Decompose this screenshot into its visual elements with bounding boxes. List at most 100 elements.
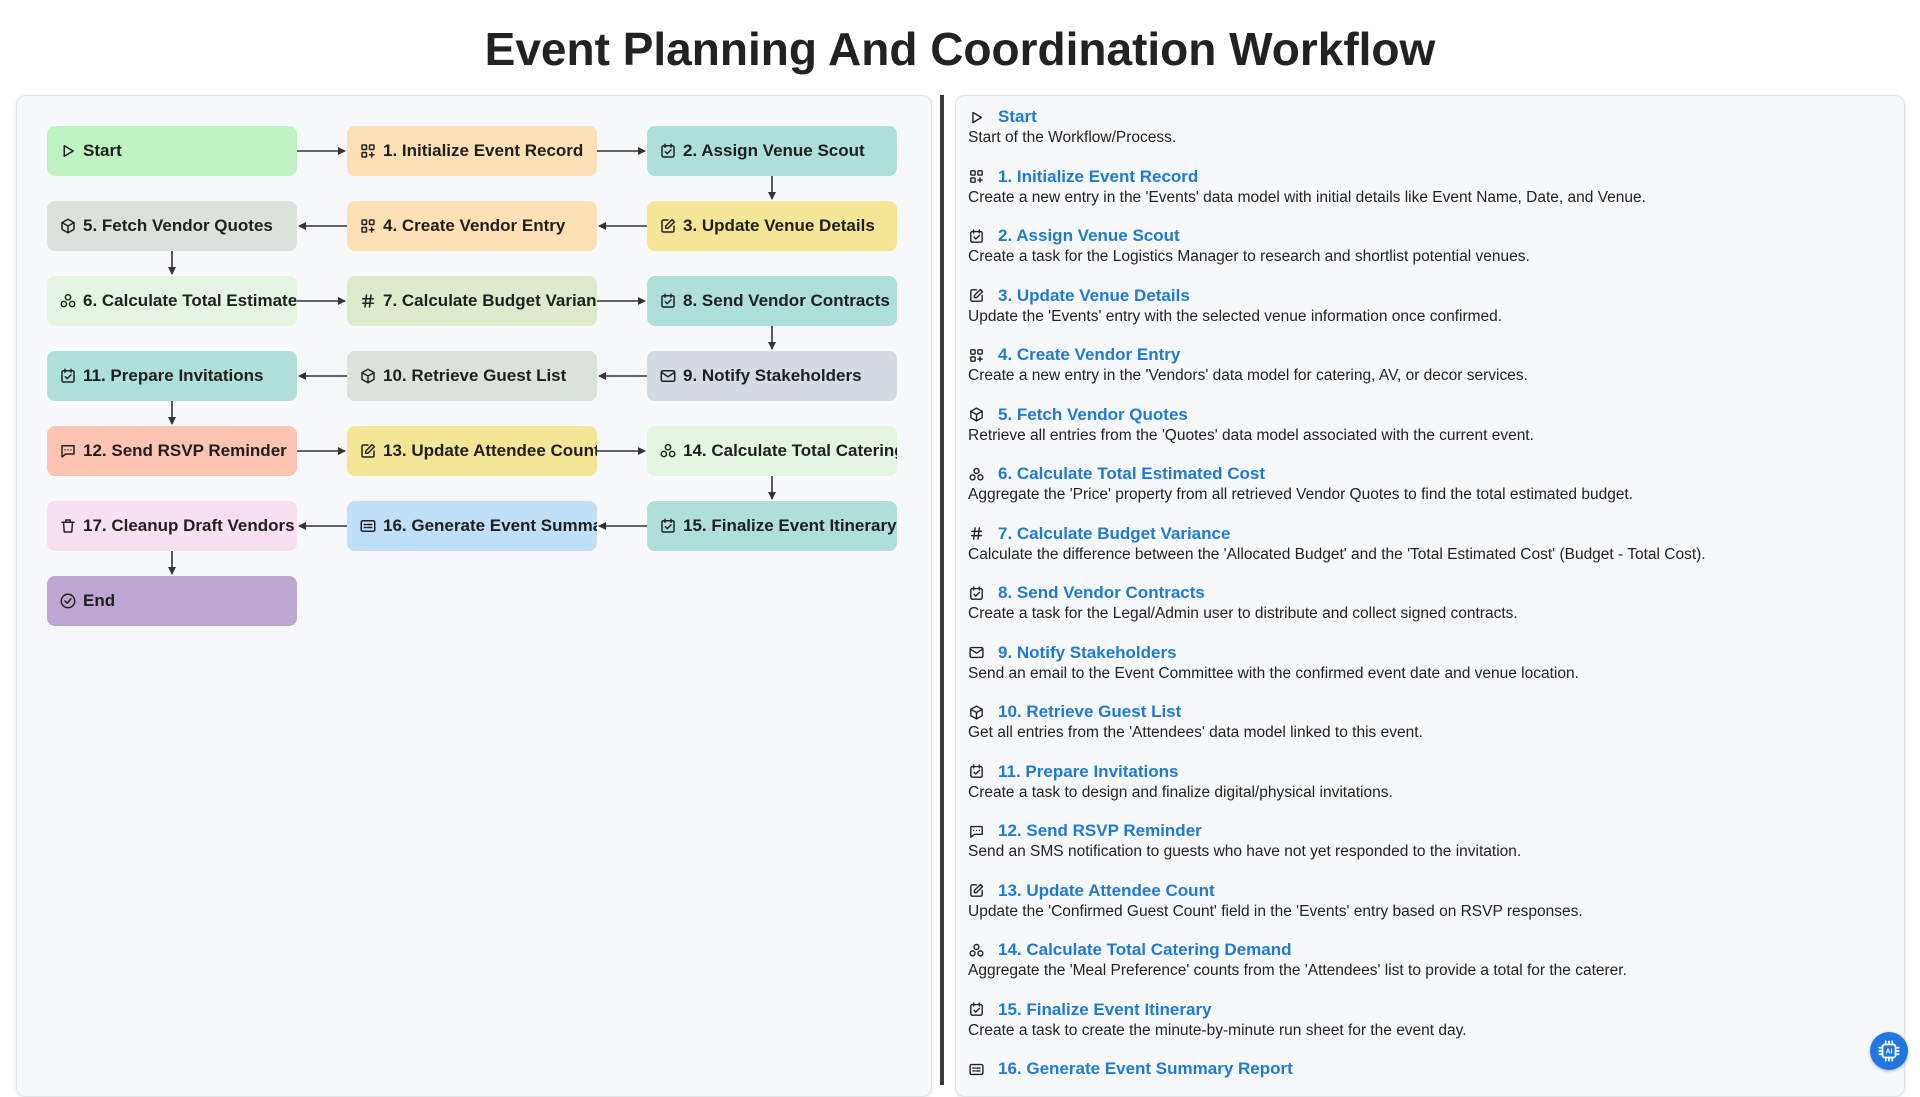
step-title-link[interactable]: 3. Update Venue Details	[968, 285, 1888, 307]
step-title: 13. Update Attendee Count	[998, 880, 1215, 900]
node-end[interactable]: End	[47, 576, 297, 626]
node-label: 12. Send RSVP Reminder	[83, 441, 287, 460]
cube-icon	[968, 704, 985, 721]
task-check-icon	[659, 142, 677, 160]
step-title-link[interactable]: 5. Fetch Vendor Quotes	[968, 404, 1888, 426]
mail-icon	[659, 367, 677, 385]
node-label: End	[83, 591, 116, 610]
formula-icon	[968, 525, 985, 542]
node-15-finalize-event-itinerary[interactable]: 15. Finalize Event Itinerary	[647, 501, 897, 551]
node-4-create-vendor-entry[interactable]: 4. Create Vendor Entry	[347, 201, 597, 251]
task-check-icon	[659, 517, 677, 535]
node-label: 10. Retrieve Guest List	[383, 366, 567, 385]
mail-icon	[968, 644, 985, 661]
node-label: 5. Fetch Vendor Quotes	[83, 216, 273, 235]
node-6-calculate-total-estimated-cost[interactable]: 6. Calculate Total Estimated Cost	[47, 276, 297, 326]
step-title-link[interactable]: 6. Calculate Total Estimated Cost	[968, 463, 1888, 485]
edit-icon	[968, 882, 985, 899]
node-3-update-venue-details[interactable]: 3. Update Venue Details	[647, 201, 897, 251]
node-7-calculate-budget-variance[interactable]: 7. Calculate Budget Variance	[347, 276, 597, 326]
step-title-link[interactable]: Start	[968, 106, 1888, 128]
cube-icon	[968, 406, 985, 423]
step-title: 16. Generate Event Summary Report	[998, 1059, 1293, 1078]
node-label: 11. Prepare Invitations	[83, 366, 264, 385]
node-label: 15. Finalize Event Itinerary	[683, 516, 897, 535]
step-list-item: 10. Retrieve Guest List Get all entries f…	[968, 701, 1888, 761]
step-title-link[interactable]: 11. Prepare Invitations	[968, 761, 1888, 783]
step-title-link[interactable]: 12. Send RSVP Reminder	[968, 820, 1888, 842]
step-list-item: 12. Send RSVP Reminder Send an SMS notifi…	[968, 820, 1888, 880]
aggregate-icon	[659, 442, 677, 460]
step-list-item: 3. Update Venue Details Update the 'Event…	[968, 285, 1888, 345]
play-icon	[59, 142, 77, 160]
cube-icon	[59, 217, 77, 235]
node-2-assign-venue-scout[interactable]: 2. Assign Venue Scout	[647, 126, 897, 176]
sms-icon	[59, 442, 77, 460]
step-description: Get all entries from the 'Attendees' dat…	[968, 724, 1423, 741]
node-13-update-attendee-count[interactable]: 13. Update Attendee Count	[347, 426, 597, 476]
aggregate-icon	[59, 292, 77, 310]
step-description: Send an email to the Event Committee wit…	[968, 664, 1579, 682]
ai-assistant-button[interactable]: AI	[1870, 1032, 1908, 1070]
step-title-link[interactable]: 10. Retrieve Guest List	[968, 701, 1888, 723]
step-title-link[interactable]: 1. Initialize Event Record	[968, 166, 1888, 188]
step-list-item: 5. Fetch Vendor Quotes Retrieve all entri…	[968, 404, 1888, 464]
step-title-link[interactable]: 4. Create Vendor Entry	[968, 344, 1888, 366]
step-list-item: 11. Prepare Invitations Create a task to …	[968, 761, 1888, 821]
step-title-link[interactable]: 14. Calculate Total Catering Demand	[968, 939, 1888, 961]
node-16-generate-event-summary-report[interactable]: 16. Generate Event Summary Report	[347, 501, 597, 551]
panel-divider[interactable]	[940, 95, 944, 1085]
node-11-prepare-invitations[interactable]: 11. Prepare Invitations	[47, 351, 297, 401]
step-list: Start Start of the Workflow/Process. 1. In…	[968, 106, 1888, 1096]
data-model-icon	[359, 142, 377, 160]
step-list-item: 16. Generate Event Summary Report	[968, 1058, 1888, 1096]
task-check-icon	[659, 292, 677, 310]
edit-icon	[968, 287, 985, 304]
node-label: 9. Notify Stakeholders	[683, 366, 862, 385]
step-description: Aggregate the 'Meal Preference' counts f…	[968, 962, 1627, 979]
data-model-icon	[968, 347, 985, 364]
node-1-initialize-event-record[interactable]: 1. Initialize Event Record	[347, 126, 597, 176]
step-list-item: 8. Send Vendor Contracts Create a task fo…	[968, 582, 1888, 642]
step-description: Create a task to create the minute-by-mi…	[968, 1021, 1467, 1039]
node-label: 2. Assign Venue Scout	[683, 141, 865, 160]
step-title: 6. Calculate Total Estimated Cost	[998, 464, 1266, 483]
step-description: Create a task to design and finalize dig…	[968, 783, 1393, 801]
report-icon	[359, 517, 377, 535]
step-title-link[interactable]: 7. Calculate Budget Variance	[968, 523, 1888, 545]
step-list-item: 6. Calculate Total Estimated Cost Aggrega…	[968, 463, 1888, 523]
node-9-notify-stakeholders[interactable]: 9. Notify Stakeholders	[647, 351, 897, 401]
step-description: Calculate the difference between the 'Al…	[968, 545, 1706, 563]
step-description: Retrieve all entries from the 'Quotes' d…	[968, 426, 1534, 444]
step-title-link[interactable]: 13. Update Attendee Count	[968, 880, 1888, 902]
step-title-link[interactable]: 16. Generate Event Summary Report	[968, 1058, 1888, 1080]
node-label: Start	[83, 141, 122, 160]
step-title: Start	[998, 107, 1037, 126]
node-label: 14. Calculate Total Catering Demand	[683, 441, 897, 460]
step-title: 4. Create Vendor Entry	[998, 345, 1181, 364]
step-title: 3. Update Venue Details	[998, 285, 1190, 305]
node-label: 8. Send Vendor Contracts	[683, 291, 890, 310]
node-17-cleanup-draft-vendors[interactable]: 17. Cleanup Draft Vendors	[47, 501, 297, 551]
step-list-item: 9. Notify Stakeholders Send an email to t…	[968, 642, 1888, 702]
node-12-send-rsvp-reminder[interactable]: 12. Send RSVP Reminder	[47, 426, 297, 476]
task-check-icon	[968, 1001, 985, 1018]
step-title-link[interactable]: 9. Notify Stakeholders	[968, 642, 1888, 664]
step-list-item: 4. Create Vendor Entry Create a new entry…	[968, 344, 1888, 404]
sms-icon	[968, 823, 985, 840]
step-title-link[interactable]: 2. Assign Venue Scout	[968, 225, 1888, 247]
step-title: 15. Finalize Event Itinerary	[998, 999, 1212, 1019]
node-start[interactable]: Start	[47, 126, 297, 176]
svg-text:AI: AI	[1885, 1049, 1892, 1056]
step-title: 10. Retrieve Guest List	[998, 702, 1182, 721]
aggregate-icon	[968, 942, 985, 959]
node-14-calculate-total-catering-demand[interactable]: 14. Calculate Total Catering Demand	[647, 426, 897, 476]
step-title-link[interactable]: 15. Finalize Event Itinerary	[968, 999, 1888, 1021]
step-title-link[interactable]: 8. Send Vendor Contracts	[968, 582, 1888, 604]
node-10-retrieve-guest-list[interactable]: 10. Retrieve Guest List	[347, 351, 597, 401]
node-8-send-vendor-contracts[interactable]: 8. Send Vendor Contracts	[647, 276, 897, 326]
node-5-fetch-vendor-quotes[interactable]: 5. Fetch Vendor Quotes	[47, 201, 297, 251]
check-circle-icon	[59, 592, 77, 610]
aggregate-icon	[968, 466, 985, 483]
step-title: 14. Calculate Total Catering Demand	[998, 940, 1292, 959]
